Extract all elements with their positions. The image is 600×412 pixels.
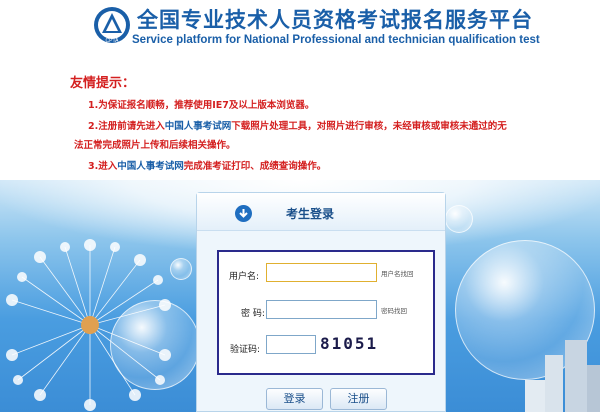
notice-panel: 友情提示： 1.为保证报名顺畅，推荐使用IE7及以上版本浏览器。 2.注册前请先… (0, 62, 600, 190)
notice-line-3-post: 完成准考证打印、成绩查询操作。 (183, 161, 327, 172)
site-title: 全国专业技术人员资格考试报名服务平台 (137, 8, 533, 32)
bubble-decoration (445, 205, 473, 233)
login-header: 考生登录 (197, 193, 445, 231)
cpta-site-link[interactable]: 中国人事考试网 (165, 121, 232, 132)
bubble-decoration (110, 300, 200, 390)
password-input[interactable] (266, 300, 377, 319)
notice-title: 友情提示： (70, 76, 136, 91)
captcha-text: 81051 (320, 334, 379, 353)
page-header: CPTA 全国专业技术人员资格考试报名服务平台 Service platform… (0, 0, 600, 62)
password-recover-link[interactable]: 密码找回 (381, 305, 407, 315)
notice-line-3: 3.进入中国人事考试网完成准考证打印、成绩查询操作。 (88, 158, 326, 172)
notice-line-2: 2.注册前请先进入中国人事考试网下载照片处理工具，对照片进行审核，未经审核或审核… (88, 118, 507, 132)
city-buildings-decoration (525, 340, 600, 412)
notice-line-2-post: 下载照片处理工具，对照片进行审核，未经审核或审核未通过的无 (231, 121, 507, 132)
login-button[interactable]: 登录 (266, 388, 323, 410)
cpta-logo-icon: CPTA (94, 7, 130, 44)
captcha-label: 验证码: (230, 345, 261, 355)
login-title: 考生登录 (286, 207, 335, 221)
notice-line-2-cont: 法正常完成照片上传和后续相关操作。 (74, 140, 236, 151)
username-label: 用户名: (229, 272, 260, 282)
logo-text: CPTA (106, 38, 120, 44)
cpta-site-link-2[interactable]: 中国人事考试网 (117, 161, 184, 172)
notice-line-2-pre: 2.注册前请先进入 (88, 121, 165, 132)
register-button[interactable]: 注册 (330, 388, 387, 410)
username-input[interactable] (266, 263, 377, 282)
password-label: 密 码: (241, 309, 265, 319)
notice-line-1: 1.为保证报名顺畅，推荐使用IE7及以上版本浏览器。 (88, 100, 315, 111)
notice-line-3-pre: 3.进入 (88, 161, 118, 172)
username-recover-link[interactable]: 用户名找回 (381, 268, 414, 278)
site-subtitle: Service platform for National Profession… (132, 34, 540, 46)
arrow-down-icon (235, 205, 252, 222)
bubble-decoration (170, 258, 192, 280)
captcha-input[interactable] (266, 335, 316, 354)
